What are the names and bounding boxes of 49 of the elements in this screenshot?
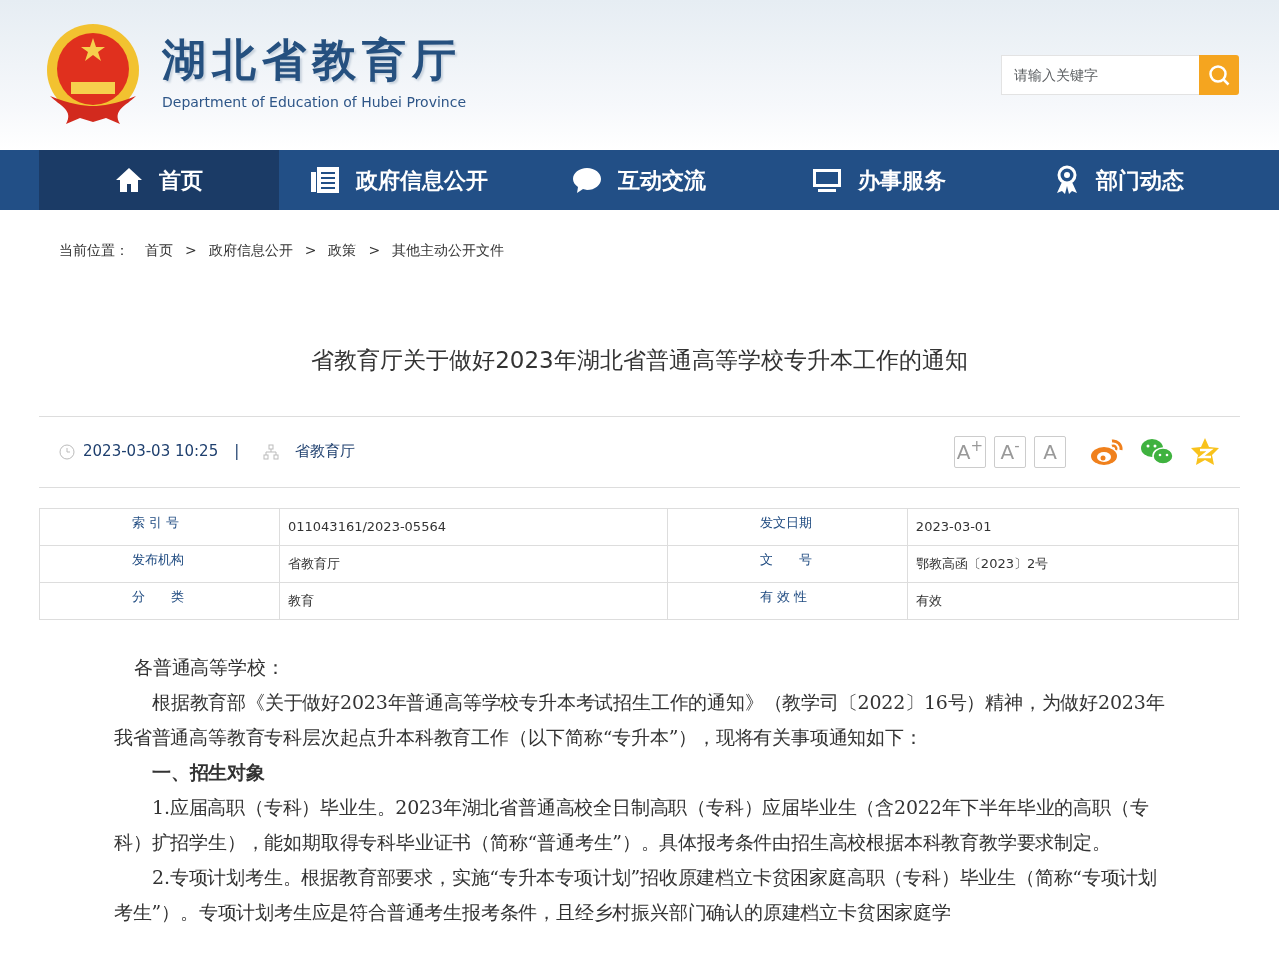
section-heading: 一、招生对象 xyxy=(151,759,266,785)
nav-tab[interactable]: 首页 xyxy=(39,150,279,210)
breadcrumb-separator: > xyxy=(185,241,197,260)
site-subtitle: Department of Education of Hubei Province xyxy=(162,92,466,112)
breadcrumb-link[interactable]: 首页 xyxy=(145,240,173,261)
meta-value: 教育 xyxy=(279,582,668,619)
paragraph: 各普通高等学校： xyxy=(134,654,286,680)
paragraph: 根据教育部《关于做好2023年普通高等学校专升本考试招生工作的通知》（教学司〔2022〕16号）精神，为做好2023年我省普通高等教育专科层次起点升本科教育工作（以下简称“专升本”），现将有关事项通知如下： xyxy=(114,689,1166,750)
monitor-icon xyxy=(812,167,842,193)
breadcrumb-separator: > xyxy=(368,241,381,260)
search-field[interactable]: 请输入关键字 xyxy=(1001,55,1199,95)
publish-source: 省教育厅 xyxy=(295,441,356,463)
organization-icon xyxy=(263,443,280,460)
breadcrumb-link[interactable]: 政策 xyxy=(328,240,357,261)
meta-label: 分 类 xyxy=(39,582,280,619)
home-icon xyxy=(115,166,143,194)
meta-value: 鄂教高函〔2023〕2号 xyxy=(907,545,1239,582)
nav-tab[interactable]: 互动交流 xyxy=(519,150,759,210)
document-icon xyxy=(310,166,340,194)
publish-date: 2023-03-03 10:25 xyxy=(83,441,219,463)
paragraph: 1.应届高职（专科）毕业生。2023年湖北省普通高校全日制高职（专科）应届毕业生（含2022年下半年毕业的高职（专科）扩招学生），能如期取得专科毕业证书（简称“普通考生”）。具体报考条件由招生高校根据本科教育教学要求制定。 xyxy=(114,794,1150,855)
breadcrumb-link[interactable]: 政府信息公开 xyxy=(208,240,293,261)
meta-label: 发布机构 xyxy=(39,545,280,582)
info-separator: | xyxy=(234,441,240,463)
breadcrumb-link[interactable]: 其他主动公开文件 xyxy=(392,240,505,261)
qzone-share-icon[interactable] xyxy=(1190,436,1220,467)
breadcrumb-label: 当前位置： xyxy=(59,241,129,260)
meta-value: 011043161/2023-05564 xyxy=(279,508,668,545)
weibo-share-icon[interactable] xyxy=(1090,436,1124,467)
clock-icon xyxy=(59,443,75,460)
nav-tab[interactable]: 办事服务 xyxy=(759,150,999,210)
meta-label: 文 号 xyxy=(667,545,908,582)
nav-tab[interactable]: 政府信息公开 xyxy=(279,150,519,210)
meta-label: 索 引 号 xyxy=(39,508,280,545)
breadcrumb-separator: > xyxy=(304,241,317,260)
search-button[interactable] xyxy=(1199,55,1239,95)
site-title: 湖北省教育厅 xyxy=(162,37,463,82)
paragraph: 2.专项计划考生。根据教育部要求，实施“专升本专项计划”招收原建档立卡贫困家庭高职（专科）毕业生（简称“专项计划考生”）。专项计划考生应是符合普通考生报考条件，且经乡村振兴部门确认的原建档立卡贫困家庭学 xyxy=(114,864,1159,925)
search-icon xyxy=(1208,64,1230,86)
article-title: 省教育厅关于做好2023年湖北省普通高等学校专升本工作的通知 xyxy=(310,346,969,375)
meta-value: 2023-03-01 xyxy=(907,508,1239,545)
wechat-share-icon[interactable] xyxy=(1140,436,1174,467)
meta-label: 发文日期 xyxy=(667,508,908,545)
meta-value: 省教育厅 xyxy=(279,545,668,582)
national-emblem-icon xyxy=(44,24,142,126)
nav-tab[interactable]: 部门动态 xyxy=(999,150,1239,210)
meta-label: 有 效 性 xyxy=(667,582,908,619)
speech-bubble-icon xyxy=(572,166,602,194)
meta-value: 有效 xyxy=(907,582,1239,619)
